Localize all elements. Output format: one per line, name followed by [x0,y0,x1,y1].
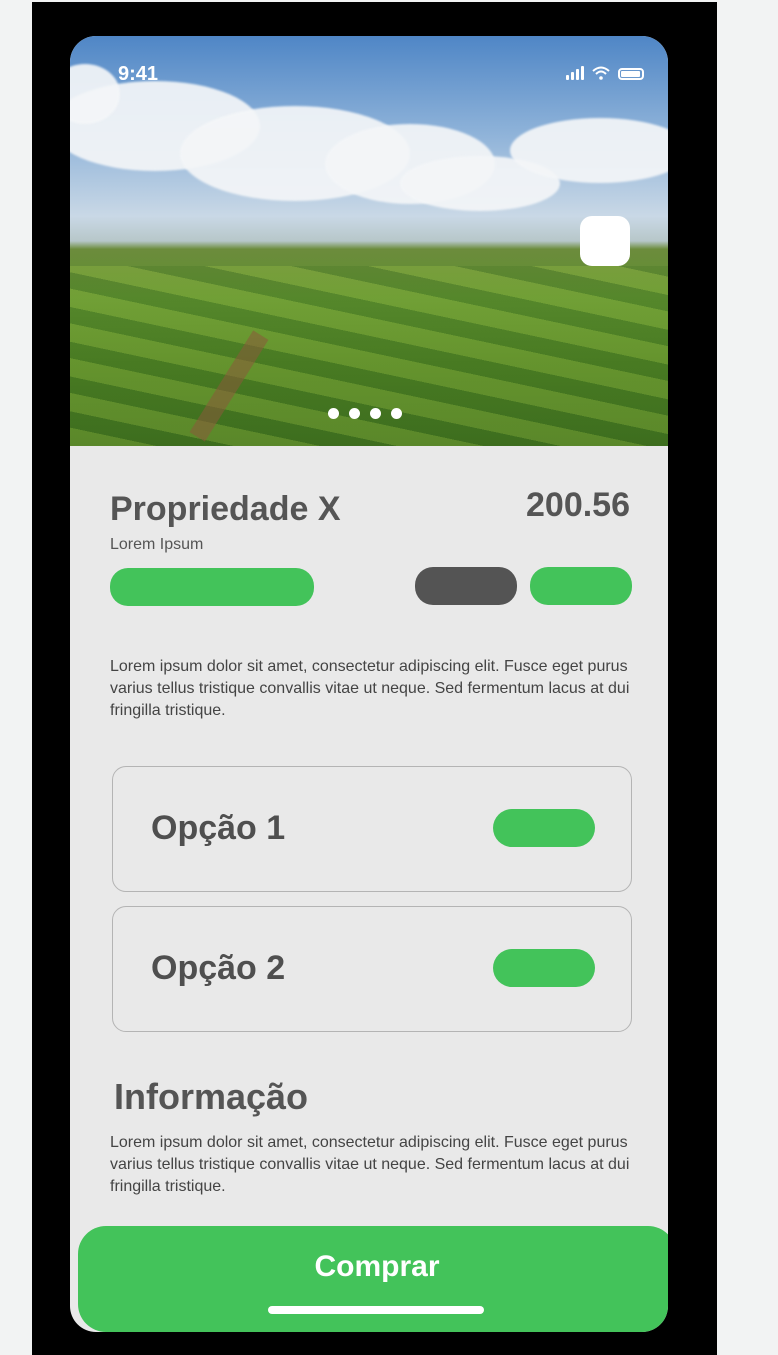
signal-icon [566,66,584,80]
carousel-dot[interactable] [349,408,360,419]
favorite-button[interactable] [580,216,630,266]
green-action-pill[interactable] [530,567,632,605]
option-label: Opção 1 [151,809,286,847]
carousel-dot[interactable] [391,408,402,419]
dark-action-pill[interactable] [415,567,517,605]
option-label: Opção 2 [151,949,286,987]
buy-button-label: Comprar [314,1250,440,1283]
property-title: Propriedade X [110,490,341,528]
carousel-indicator[interactable] [328,408,402,419]
green-tag-pill[interactable] [110,568,314,606]
status-bar: 9:41 [70,36,668,96]
info-section-title: Informação [114,1076,309,1117]
app-screen: 9:41 Propriedade X 200.56 Lorem Ipsum Lo… [70,36,668,1332]
option-toggle[interactable] [493,949,595,987]
status-icons [566,66,644,80]
home-indicator [268,1306,484,1314]
option-toggle[interactable] [493,809,595,847]
battery-icon [618,68,644,80]
option-card-1[interactable]: Opção 1 [112,766,632,892]
property-image-carousel[interactable]: 9:41 [70,36,668,446]
carousel-dot[interactable] [370,408,381,419]
option-card-2[interactable]: Opção 2 [112,906,632,1032]
property-subtitle: Lorem Ipsum [110,536,204,553]
carousel-dot[interactable] [328,408,339,419]
wifi-icon [592,66,610,80]
info-section-text: Lorem ipsum dolor sit amet, consectetur … [110,1134,630,1195]
buy-button[interactable]: Comprar [78,1226,668,1332]
property-description: Lorem ipsum dolor sit amet, consectetur … [110,658,630,719]
status-time: 9:41 [118,63,159,85]
property-price: 200.56 [526,486,630,524]
